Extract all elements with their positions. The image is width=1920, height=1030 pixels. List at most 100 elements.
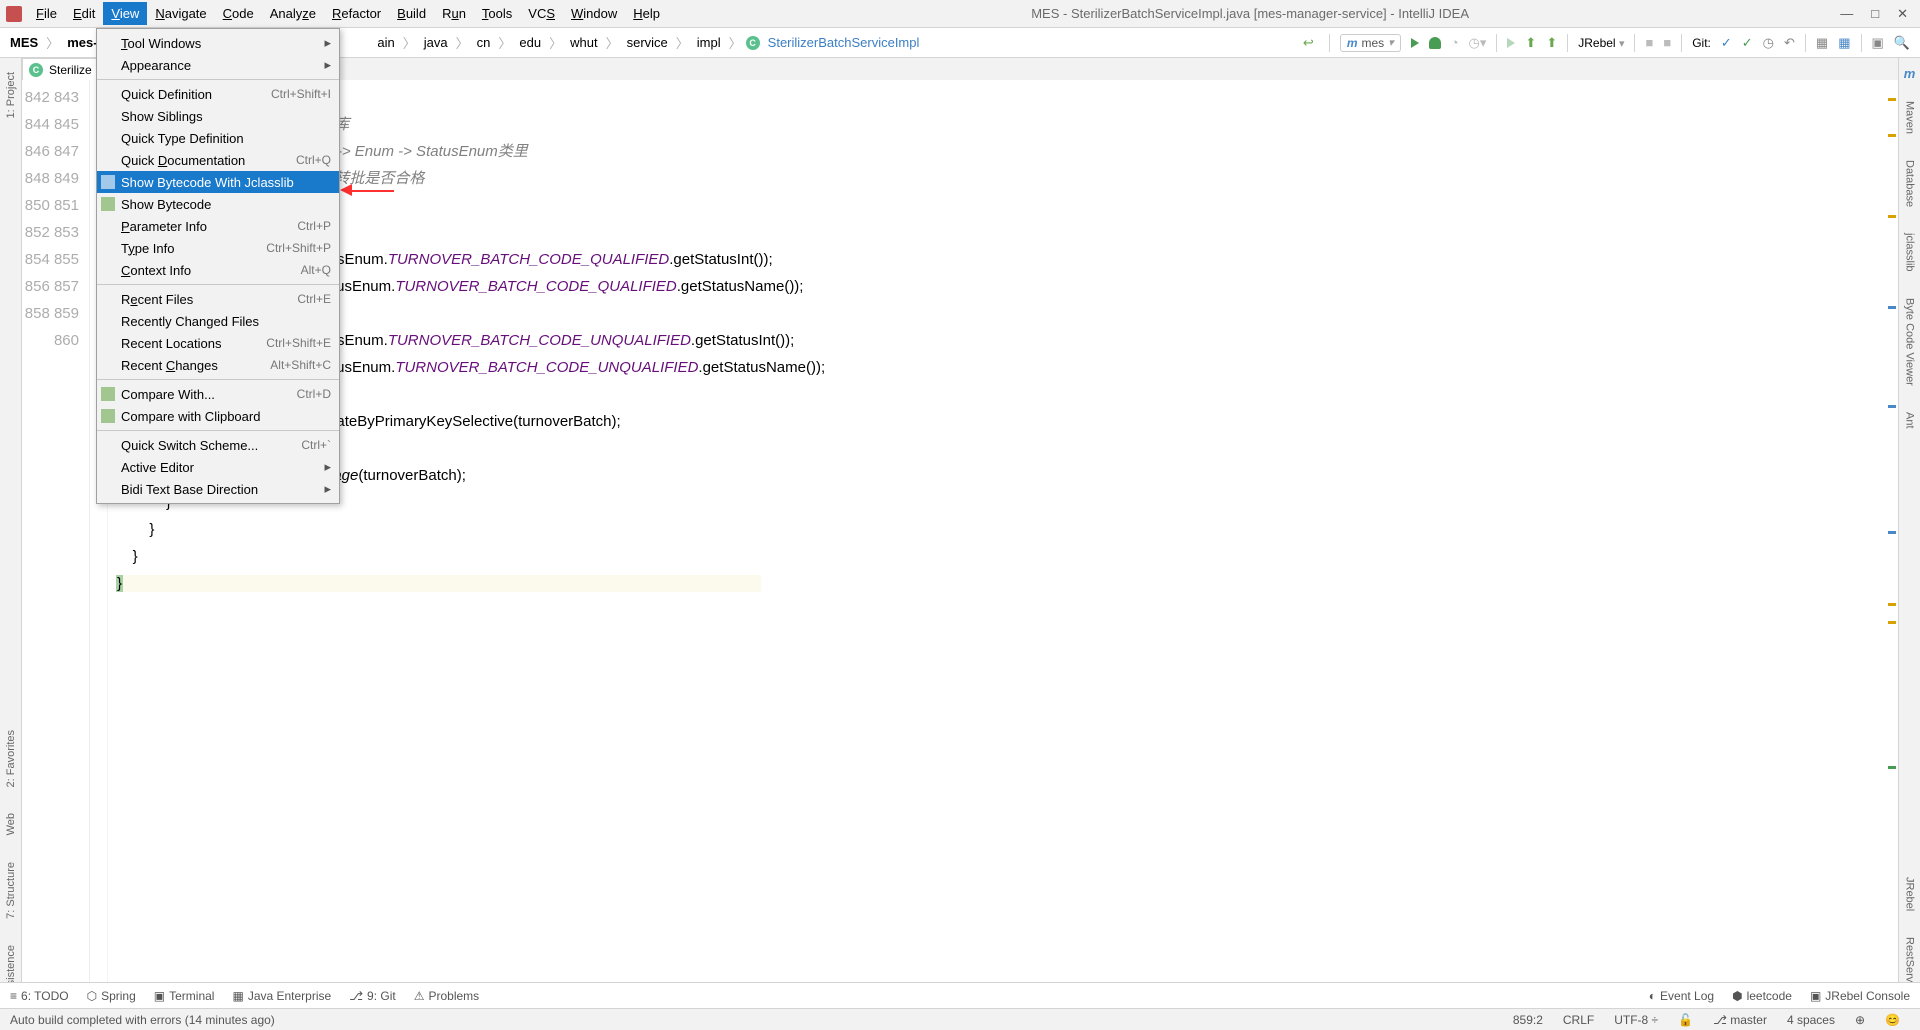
stop-button-2[interactable]: ■ xyxy=(1663,35,1671,50)
editor-tab[interactable]: C Sterilize xyxy=(22,58,99,80)
crumb[interactable]: cn xyxy=(473,33,495,52)
coverage-button[interactable]: ◔ xyxy=(1451,35,1459,50)
jrebel-dropdown[interactable]: JRebel ▾ xyxy=(1578,36,1624,50)
error-stripe[interactable] xyxy=(1884,80,1898,982)
menu-item[interactable]: Quick DefinitionCtrl+Shift+I xyxy=(97,83,339,105)
menu-vcs[interactable]: VCS xyxy=(520,2,563,25)
menu-window[interactable]: Window xyxy=(563,2,625,25)
git-update-icon[interactable]: ✓ xyxy=(1721,35,1732,51)
menu-item[interactable]: Tool Windows▸ xyxy=(97,32,339,54)
menu-item[interactable]: Quick DocumentationCtrl+Q xyxy=(97,149,339,171)
git-branch[interactable]: ⎇ master xyxy=(1713,1013,1767,1027)
tool-eventlog[interactable]: ◐ Event Log xyxy=(1649,989,1714,1003)
tool-jrebel[interactable]: JRebel xyxy=(1904,877,1916,911)
menu-help[interactable]: Help xyxy=(625,2,668,25)
crumb[interactable]: service xyxy=(623,33,672,52)
run-button[interactable] xyxy=(1411,38,1419,48)
tool-structure[interactable]: 7: Structure xyxy=(5,862,17,919)
menu-item[interactable]: Show Bytecode xyxy=(97,193,339,215)
tool-database[interactable]: Database xyxy=(1904,160,1916,207)
maven-icon[interactable]: m xyxy=(1904,66,1916,81)
stop-button[interactable]: ■ xyxy=(1645,35,1653,50)
tool-problems[interactable]: ⚠ Problems xyxy=(414,989,479,1003)
menu-item[interactable]: Quick Switch Scheme...Ctrl+` xyxy=(97,434,339,456)
crumb-file[interactable]: SterilizerBatchServiceImpl xyxy=(764,33,924,52)
tool-git[interactable]: ⎇ 9: Git xyxy=(349,989,396,1003)
menu-item[interactable]: Show Bytecode With Jclasslib xyxy=(97,171,339,193)
tool-todo[interactable]: ≡ 6: TODO xyxy=(10,989,69,1003)
indent[interactable]: 4 spaces xyxy=(1787,1013,1835,1027)
run-config-selector[interactable]: m mes ▾ xyxy=(1340,34,1401,52)
crumb[interactable]: java xyxy=(420,33,452,52)
notif-icon[interactable]: ⊕ xyxy=(1855,1013,1865,1027)
menu-run[interactable]: Run xyxy=(434,2,474,25)
tool-web[interactable]: Web xyxy=(5,813,17,835)
tab-label: Sterilize xyxy=(49,63,92,77)
menu-item[interactable]: Quick Type Definition xyxy=(97,127,339,149)
encoding[interactable]: UTF-8 ÷ xyxy=(1614,1013,1658,1027)
menu-item[interactable]: Recent FilesCtrl+E xyxy=(97,288,339,310)
git-rollback-icon[interactable]: ↶ xyxy=(1784,35,1795,51)
tool-project[interactable]: 1: Project xyxy=(5,72,17,118)
crumb[interactable]: impl xyxy=(693,33,725,52)
menu-item[interactable]: Recent LocationsCtrl+Shift+E xyxy=(97,332,339,354)
maximize-button[interactable]: □ xyxy=(1871,6,1879,22)
menu-item[interactable]: Type InfoCtrl+Shift+P xyxy=(97,237,339,259)
menu-navigate[interactable]: Navigate xyxy=(147,2,214,25)
toolbar-icon[interactable]: ▣ xyxy=(1872,35,1884,51)
menu-item[interactable]: Recently Changed Files xyxy=(97,310,339,332)
tool-maven[interactable]: Maven xyxy=(1904,101,1916,134)
menu-item[interactable]: Context InfoAlt+Q xyxy=(97,259,339,281)
status-message: Auto build completed with errors (14 min… xyxy=(10,1013,275,1027)
debug-button[interactable] xyxy=(1429,37,1441,49)
menu-refactor[interactable]: Refactor xyxy=(324,2,389,25)
back-icon[interactable]: ↩ xyxy=(1303,35,1319,51)
menu-item[interactable]: Parameter InfoCtrl+P xyxy=(97,215,339,237)
bottom-toolbar: ≡ 6: TODO ⬡ Spring ▣ Terminal ▦ Java Ent… xyxy=(0,982,1920,1008)
minimize-button[interactable]: — xyxy=(1840,6,1853,22)
menu-item[interactable]: Recent ChangesAlt+Shift+C xyxy=(97,354,339,376)
menu-item[interactable]: Bidi Text Base Direction▸ xyxy=(97,478,339,500)
menu-analyze[interactable]: Analyze xyxy=(262,2,324,25)
profile-button[interactable]: ◷▾ xyxy=(1469,35,1487,51)
line-separator[interactable]: CRLF xyxy=(1563,1013,1594,1027)
crumb[interactable]: whut xyxy=(566,33,601,52)
crumb[interactable]: MES xyxy=(6,33,42,52)
close-button[interactable]: ✕ xyxy=(1897,6,1908,22)
jrebel-run-icon[interactable]: ⬆ xyxy=(1525,35,1536,51)
code-area[interactable]: / 修改周转批的状态并更新到数据库 / 状态的编号和描述定义在了pojo -> … xyxy=(108,80,1898,982)
line-gutter: 842 843 844 845 846 847 848 849 850 851 … xyxy=(22,80,90,982)
tool-jclasslib[interactable]: jclasslib xyxy=(1904,233,1916,272)
tool-bytecode[interactable]: Byte Code Viewer xyxy=(1904,298,1916,386)
menu-item[interactable]: Appearance▸ xyxy=(97,54,339,76)
git-history-icon[interactable]: ◷ xyxy=(1763,35,1774,51)
menu-view[interactable]: View xyxy=(103,2,147,25)
menu-item[interactable]: Active Editor▸ xyxy=(97,456,339,478)
jrebel-debug-icon[interactable]: ⬆ xyxy=(1546,35,1557,51)
menu-item[interactable]: Compare With...Ctrl+D xyxy=(97,383,339,405)
tool-spring[interactable]: ⬡ Spring xyxy=(87,989,136,1003)
menu-tools[interactable]: Tools xyxy=(474,2,520,25)
search-icon[interactable]: 🔍 xyxy=(1894,35,1910,51)
crumb[interactable]: ain xyxy=(373,33,398,52)
crumb[interactable]: edu xyxy=(515,33,545,52)
run-button-2[interactable] xyxy=(1507,38,1515,48)
menu-item[interactable]: Show Siblings xyxy=(97,105,339,127)
caret-pos[interactable]: 859:2 xyxy=(1513,1013,1543,1027)
menu-build[interactable]: Build xyxy=(389,2,434,25)
menu-code[interactable]: Code xyxy=(215,2,262,25)
toolbar-icon[interactable]: ▦ xyxy=(1838,35,1850,51)
readonly-icon[interactable]: 🔓 xyxy=(1678,1013,1693,1027)
toolbar-icon[interactable]: ▦ xyxy=(1816,35,1828,51)
tool-leetcode[interactable]: ⬢ leetcode xyxy=(1732,989,1792,1003)
menu-edit[interactable]: Edit xyxy=(65,2,103,25)
tool-terminal[interactable]: ▣ Terminal xyxy=(154,989,215,1003)
menu-file[interactable]: File xyxy=(28,2,65,25)
tool-ant[interactable]: Ant xyxy=(1904,412,1916,429)
git-commit-icon[interactable]: ✓ xyxy=(1742,35,1753,51)
inspect-icon[interactable]: 😊 xyxy=(1885,1013,1900,1027)
tool-javaee[interactable]: ▦ Java Enterprise xyxy=(232,989,331,1003)
tool-jrebelconsole[interactable]: ▣ JRebel Console xyxy=(1810,989,1910,1003)
menu-item[interactable]: Compare with Clipboard xyxy=(97,405,339,427)
tool-favorites[interactable]: 2: Favorites xyxy=(5,730,17,787)
